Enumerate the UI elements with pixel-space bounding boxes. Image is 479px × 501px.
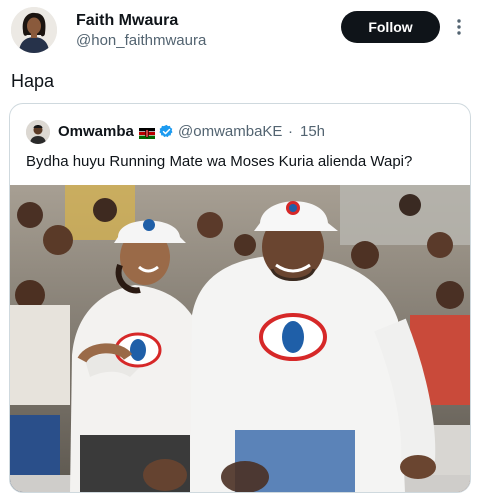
author-avatar[interactable]	[11, 7, 57, 53]
meta-separator: ·	[288, 123, 293, 140]
quoted-tweet-text: Bydha huyu Running Mate wa Moses Kuria a…	[26, 153, 413, 170]
quoted-author-avatar[interactable]	[26, 120, 50, 144]
tweet-header: Faith Mwaura @hon_faithmwaura Follow	[0, 0, 479, 60]
author-name[interactable]: Faith Mwaura	[76, 12, 178, 30]
quoted-author-name[interactable]: Omwamba	[58, 123, 134, 140]
kenya-flag-icon	[139, 126, 155, 139]
quoted-timestamp[interactable]: 15h	[300, 123, 325, 140]
tweet-text: Hapa	[11, 71, 55, 91]
follow-button[interactable]: Follow	[341, 11, 440, 43]
verified-badge-icon	[159, 124, 174, 139]
quoted-author-handle[interactable]: @omwambaKE	[178, 123, 282, 140]
author-handle[interactable]: @hon_faithmwaura	[76, 32, 206, 49]
quoted-tweet[interactable]: Omwamba @omwambaKE · 15h Bydha huyu Runn…	[9, 103, 471, 493]
quoted-tweet-photo[interactable]	[10, 185, 470, 492]
ellipsis-vertical-icon[interactable]	[452, 16, 466, 38]
